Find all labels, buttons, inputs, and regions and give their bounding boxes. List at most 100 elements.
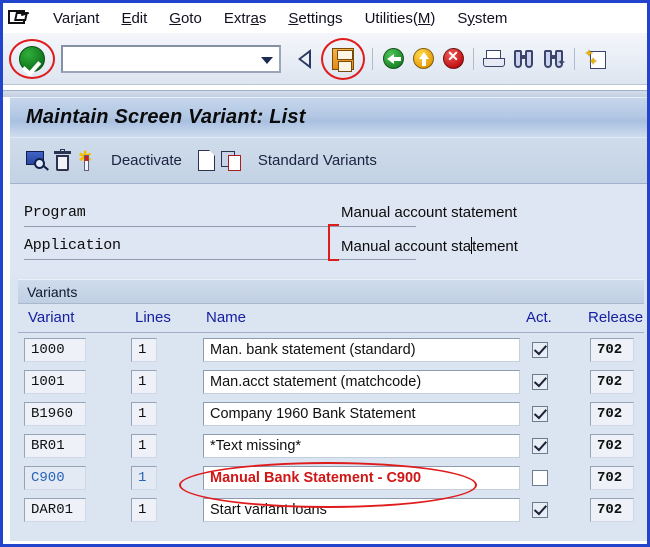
cell-active-checkbox[interactable] (532, 406, 548, 422)
cell-variant[interactable]: BR01 (24, 434, 86, 458)
menu-item-extras[interactable]: Extras (213, 8, 278, 29)
chevron-down-icon[interactable] (261, 56, 273, 64)
magic-wand-icon: ✱ (77, 149, 95, 172)
cell-variant[interactable]: B1960 (24, 402, 86, 426)
application-value[interactable]: Manual account statement (341, 236, 518, 255)
table-row[interactable]: 1000 1 Man. bank statement (standard) 702 (18, 334, 644, 366)
left-gutter (3, 86, 10, 544)
print-button[interactable] (479, 42, 509, 76)
command-field[interactable] (61, 44, 281, 73)
cell-active-checkbox[interactable] (532, 502, 548, 518)
new-variant-button[interactable] (197, 144, 215, 178)
left-triangle-icon (297, 48, 311, 69)
cell-lines[interactable]: 1 (131, 402, 157, 426)
create-variant-button[interactable]: ✱ (77, 144, 95, 178)
table-row[interactable]: C900 1 Manual Bank Statement - C900 702 (18, 462, 644, 494)
menu-item-system[interactable]: System (446, 8, 518, 29)
exit-button[interactable] (408, 42, 438, 76)
cell-lines[interactable]: 1 (131, 434, 157, 458)
display-variant-button[interactable] (26, 144, 49, 178)
binoculars-icon (513, 49, 535, 68)
command-input[interactable] (63, 46, 279, 71)
variants-group-header: Variants (18, 279, 644, 304)
cell-variant[interactable]: C900 (24, 466, 86, 490)
cell-name[interactable]: Man. bank statement (standard) (203, 338, 520, 362)
column-header-release[interactable]: Release (588, 309, 643, 326)
menu-system-post: stem (474, 9, 508, 27)
application-value-before-caret: Manual account sta (341, 237, 472, 255)
cell-lines[interactable]: 1 (131, 338, 157, 362)
deactivate-button[interactable]: Deactivate (101, 144, 192, 178)
delete-variant-button[interactable] (54, 144, 71, 178)
cancel-button[interactable] (438, 42, 468, 76)
application-value-after-caret: tement (472, 237, 518, 255)
cell-name[interactable]: Company 1960 Bank Statement (203, 402, 520, 426)
column-header-lines[interactable]: Lines (135, 309, 171, 326)
copy-variant-button[interactable] (220, 144, 242, 178)
page-title: Maintain Screen Variant: List (26, 106, 306, 128)
table-row[interactable]: 1001 1 Man.acct statement (matchcode) 702 (18, 366, 644, 398)
menu-item-utilities[interactable]: Utilities(M) (354, 8, 447, 29)
menu-variant-pre: Var (53, 9, 76, 27)
cell-release[interactable]: 702 (590, 466, 634, 490)
cell-lines[interactable]: 1 (131, 466, 157, 490)
cell-name[interactable]: *Text missing* (203, 434, 520, 458)
page-title-bar: Maintain Screen Variant: List (10, 97, 647, 137)
sap-menu-logo-icon[interactable] (6, 8, 30, 28)
save-button[interactable] (319, 36, 367, 82)
cell-active-checkbox[interactable] (532, 438, 548, 454)
cell-release[interactable]: 702 (590, 338, 634, 362)
column-header-variant[interactable]: Variant (28, 309, 74, 326)
table-row[interactable]: DAR01 1 Start variant loans 702 (18, 494, 644, 526)
menu-variant-post: ant (78, 9, 100, 27)
cell-name[interactable]: Manual Bank Statement - C900 (203, 466, 520, 490)
find-next-button[interactable]: ✦ (539, 42, 569, 76)
cell-release[interactable]: 702 (590, 498, 634, 522)
menu-system-key: y (467, 9, 475, 27)
find-button[interactable] (509, 42, 539, 76)
standard-variants-button[interactable]: Standard Variants (248, 144, 387, 178)
cell-active-checkbox[interactable] (532, 374, 548, 390)
cell-variant[interactable]: 1001 (24, 370, 86, 394)
cell-variant[interactable]: DAR01 (24, 498, 86, 522)
cell-release[interactable]: 702 (590, 370, 634, 394)
create-session-button[interactable]: ✦ ✦ (580, 42, 610, 76)
floppy-disk-icon (332, 47, 354, 72)
red-x-icon (442, 48, 464, 69)
column-header-act[interactable]: Act. (526, 309, 552, 326)
cell-active-checkbox[interactable] (532, 342, 548, 358)
program-value[interactable]: Manual account statement (341, 204, 517, 221)
toolbar-separator-2 (473, 47, 474, 70)
cell-variant[interactable]: 1000 (24, 338, 86, 362)
variants-table: Variants Variant Lines Name Act. Release… (10, 277, 647, 544)
menu-item-edit[interactable]: Edit (110, 8, 158, 29)
enter-button[interactable] (3, 36, 61, 82)
back-nav-button[interactable] (289, 42, 319, 76)
page-icon (197, 150, 215, 171)
trash-icon (54, 148, 71, 171)
program-row: Program Manual account statement (24, 197, 634, 228)
cell-lines[interactable]: 1 (131, 498, 157, 522)
menu-item-variant[interactable]: Variant (42, 8, 110, 29)
back-button[interactable] (378, 42, 408, 76)
cell-name[interactable]: Start variant loans (203, 498, 520, 522)
enter-check-icon (19, 45, 45, 72)
table-row[interactable]: BR01 1 *Text missing* 702 (18, 430, 644, 462)
cell-name[interactable]: Man.acct statement (matchcode) (203, 370, 520, 394)
new-session-icon: ✦ ✦ (585, 48, 606, 69)
cell-active-checkbox[interactable] (532, 470, 548, 486)
menu-item-goto[interactable]: Goto (158, 8, 213, 29)
form-area: Program Manual account statement Applica… (10, 184, 647, 277)
cell-release[interactable]: 702 (590, 434, 634, 458)
menu-system-pre: S (457, 9, 468, 27)
menu-utilities-post: ) (430, 9, 436, 27)
sap-window: Variant Edit Goto Extras Settings Utilit… (0, 0, 650, 547)
cell-release[interactable]: 702 (590, 402, 634, 426)
menu-item-settings[interactable]: Settings (277, 8, 353, 29)
column-header-name[interactable]: Name (206, 309, 246, 326)
application-toolbar: ✱ Deactivate Standard Variants (10, 137, 647, 184)
menu-utilities-pre: Utilities( (364, 9, 418, 27)
title-top-shade (3, 90, 647, 97)
cell-lines[interactable]: 1 (131, 370, 157, 394)
table-row[interactable]: B1960 1 Company 1960 Bank Statement 702 (18, 398, 644, 430)
